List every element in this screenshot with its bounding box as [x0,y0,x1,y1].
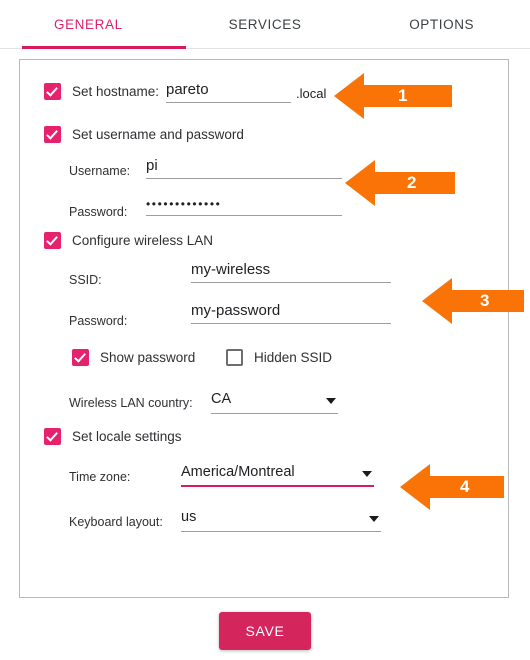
hostname-value: pareto [166,81,209,98]
wifi-password-input[interactable]: my-password [191,301,391,324]
configure-wireless-lan-checkbox[interactable] [44,232,61,249]
username-input-field[interactable]: pi [146,156,342,179]
wifi-password-input-field[interactable]: my-password [191,301,391,324]
username-label: Username: [69,164,131,178]
chevron-down-icon [362,471,372,477]
save-button-container: SAVE [0,612,530,650]
tab-options[interactable]: OPTIONS [353,1,530,48]
keyboard-layout-value: us [181,509,197,525]
set-hostname-row: Set hostname: [44,83,159,100]
set-username-password-row: Set username and password [44,126,244,143]
set-locale-settings-label: Set locale settings [72,429,182,444]
keyboard-layout-label: Keyboard layout: [69,515,163,529]
ssid-input-field[interactable]: my-wireless [191,260,391,283]
show-password-checkbox[interactable] [72,349,89,366]
user-password-input[interactable]: ••••••••••••• [146,193,342,216]
username-value: pi [146,157,158,174]
wifi-password-value: my-password [191,302,281,319]
show-password-label: Show password [100,350,196,365]
general-settings-card: Set hostname: pareto .local Set username… [19,59,509,598]
set-username-password-checkbox[interactable] [44,126,61,143]
tab-services[interactable]: SERVICES [177,1,354,48]
hidden-ssid-label: Hidden SSID [254,350,333,365]
active-tab-indicator [22,46,186,49]
tab-bar: GENERAL SERVICES OPTIONS [0,0,530,49]
timezone-value: America/Montreal [181,464,295,480]
set-hostname-label: Set hostname: [72,84,160,99]
hostname-input[interactable]: pareto [166,80,291,103]
hidden-ssid-row: Hidden SSID [226,349,332,366]
keyboard-layout-select[interactable]: us [181,508,381,532]
set-locale-settings-checkbox[interactable] [44,428,61,445]
wireless-country-value: CA [211,391,232,407]
save-button[interactable]: SAVE [219,612,311,650]
show-password-row: Show password [72,349,195,366]
hidden-ssid-checkbox[interactable] [226,349,243,366]
configure-wireless-lan-label: Configure wireless LAN [72,233,214,248]
wireless-country-label: Wireless LAN country: [69,396,193,410]
user-password-value: ••••••••••••• [146,197,222,211]
ssid-value: my-wireless [191,261,271,278]
configure-wireless-lan-row: Configure wireless LAN [44,232,213,249]
ssid-label: SSID: [69,273,102,287]
hostname-suffix: .local [296,86,327,101]
tab-general[interactable]: GENERAL [0,1,177,48]
timezone-label: Time zone: [69,470,131,484]
hostname-input-field[interactable]: pareto [166,80,291,103]
username-input[interactable]: pi [146,156,342,179]
chevron-down-icon [326,398,336,404]
chevron-down-icon [369,516,379,522]
wireless-country-select[interactable]: CA [211,390,338,414]
set-hostname-checkbox[interactable] [44,83,61,100]
ssid-input[interactable]: my-wireless [191,260,391,283]
user-password-label: Password: [69,205,128,219]
wifi-password-label: Password: [69,314,128,328]
set-locale-settings-row: Set locale settings [44,428,182,445]
set-username-password-label: Set username and password [72,127,244,142]
user-password-input-field[interactable]: ••••••••••••• [146,193,342,216]
timezone-select[interactable]: America/Montreal [181,463,374,487]
